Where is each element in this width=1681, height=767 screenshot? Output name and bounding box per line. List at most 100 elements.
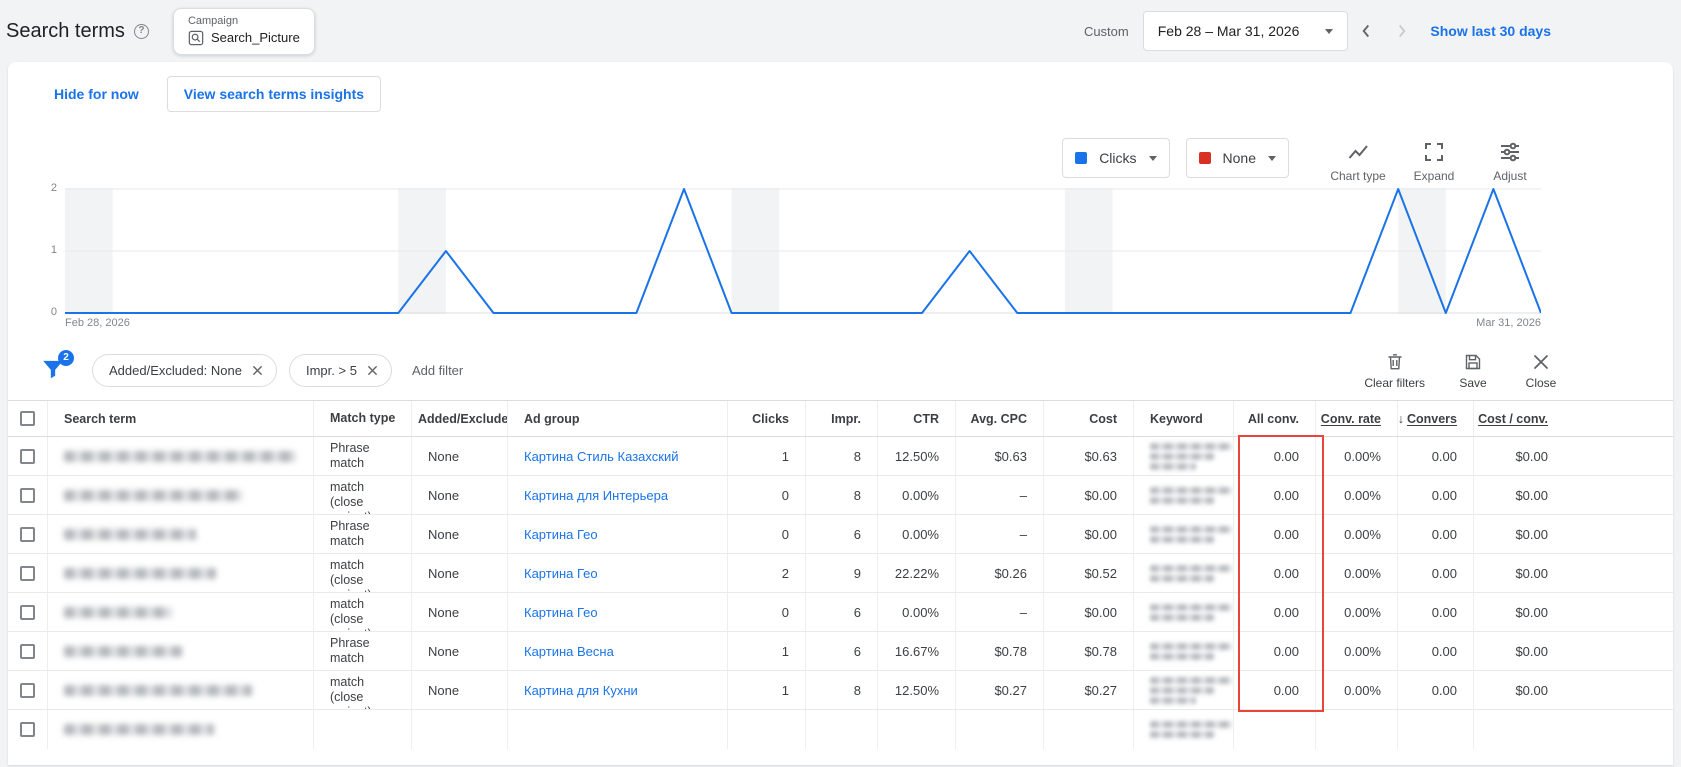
conversions-value: 0.00 bbox=[1431, 565, 1457, 581]
secondary-metric-label: None bbox=[1222, 150, 1256, 166]
keyword-redacted bbox=[1150, 603, 1232, 621]
sort-descending-icon: ↓ bbox=[1398, 411, 1404, 426]
avg-cpc-value: $0.78 bbox=[994, 643, 1027, 659]
column-header-match-type[interactable]: Match type bbox=[314, 401, 412, 436]
previous-period-button[interactable] bbox=[1348, 13, 1384, 49]
primary-metric-select[interactable]: Clicks bbox=[1062, 138, 1170, 178]
row-checkbox[interactable] bbox=[20, 487, 35, 503]
save-button[interactable]: Save bbox=[1453, 352, 1493, 390]
added-excluded-value: None bbox=[428, 526, 460, 542]
conversions-value: 0.00 bbox=[1431, 448, 1457, 464]
match-type-value: Phrase match (close variant) bbox=[330, 671, 372, 709]
match-type-value: Phrase match bbox=[330, 636, 370, 665]
secondary-metric-select[interactable]: None bbox=[1185, 138, 1289, 178]
cost-value: $0.63 bbox=[1084, 448, 1117, 464]
show-last-30-days-link[interactable]: Show last 30 days bbox=[1430, 23, 1551, 39]
ad-group-link[interactable]: Картина Весна bbox=[524, 644, 614, 659]
column-header-cost-per-conv[interactable]: Cost / conv. bbox=[1474, 401, 1564, 436]
help-icon[interactable] bbox=[133, 23, 149, 39]
view-insights-button[interactable]: View search terms insights bbox=[166, 75, 382, 112]
keyword-redacted bbox=[1150, 486, 1232, 504]
column-header-added-excluded[interactable]: Added/Excluded bbox=[412, 401, 508, 436]
table-row[interactable]: Phrase match (close variant) None Картин… bbox=[8, 671, 1673, 710]
filter-chip-label: Impr. > 5 bbox=[305, 363, 357, 378]
clear-filters-button[interactable]: Clear filters bbox=[1364, 352, 1425, 390]
column-header-conv-rate[interactable]: Conv. rate bbox=[1316, 401, 1398, 436]
next-period-button[interactable] bbox=[1384, 13, 1420, 49]
search-term-redacted bbox=[64, 724, 214, 735]
table-row[interactable] bbox=[8, 710, 1673, 749]
close-label: Close bbox=[1525, 375, 1557, 390]
remove-filter-icon[interactable] bbox=[366, 364, 379, 377]
row-checkbox[interactable] bbox=[20, 682, 35, 698]
row-checkbox[interactable] bbox=[20, 448, 35, 464]
filter-funnel-button[interactable]: 2 bbox=[40, 349, 74, 386]
ad-group-link[interactable]: Картина Гео bbox=[524, 566, 598, 581]
table-row[interactable]: Phrase match None Картина Стиль Казахски… bbox=[8, 437, 1673, 476]
column-header-ad-group[interactable]: Ad group bbox=[508, 401, 728, 436]
avg-cpc-value: – bbox=[1019, 526, 1027, 542]
column-header-cost[interactable]: Cost bbox=[1044, 401, 1134, 436]
expand-chart-button[interactable]: Expand bbox=[1401, 138, 1467, 183]
cost-per-conv-value: $0.00 bbox=[1515, 643, 1548, 659]
column-header-conversions[interactable]: ↓ Convers bbox=[1398, 401, 1474, 436]
table-row[interactable]: Phrase match (close variant) None Картин… bbox=[8, 476, 1673, 515]
search-terms-card: Hide for now View search terms insights … bbox=[8, 62, 1673, 765]
y-axis-tick: 0 bbox=[50, 306, 57, 318]
select-all-checkbox[interactable] bbox=[20, 411, 35, 426]
ad-group-link[interactable]: Картина Стиль Казахский bbox=[524, 449, 678, 464]
column-header-all-conv[interactable]: All conv. bbox=[1234, 401, 1316, 436]
added-excluded-value: None bbox=[428, 682, 460, 698]
row-checkbox[interactable] bbox=[20, 565, 35, 581]
ad-group-link[interactable]: Картина для Интерьера bbox=[524, 488, 668, 503]
y-axis-tick: 2 bbox=[50, 182, 57, 194]
column-header-clicks[interactable]: Clicks bbox=[728, 401, 806, 436]
search-term-redacted bbox=[64, 528, 196, 540]
impressions-value: 9 bbox=[853, 565, 861, 581]
filter-chip[interactable]: Added/Excluded: None bbox=[92, 354, 277, 387]
keyword-redacted bbox=[1150, 564, 1232, 582]
chevron-right-icon bbox=[1399, 24, 1406, 38]
row-checkbox[interactable] bbox=[20, 722, 35, 737]
clicks-value: 1 bbox=[781, 448, 789, 464]
expand-label: Expand bbox=[1413, 169, 1455, 183]
search-term-redacted bbox=[64, 684, 252, 696]
cost-per-conv-value: $0.00 bbox=[1515, 565, 1548, 581]
row-checkbox[interactable] bbox=[20, 643, 35, 659]
column-header-impr[interactable]: Impr. bbox=[806, 401, 878, 436]
column-header-ctr[interactable]: CTR bbox=[878, 401, 956, 436]
column-header-keyword[interactable]: Keyword bbox=[1134, 401, 1234, 436]
column-header-avg-cpc[interactable]: Avg. CPC bbox=[956, 401, 1044, 436]
close-table-button[interactable]: Close bbox=[1521, 352, 1561, 390]
added-excluded-value: None bbox=[428, 604, 460, 620]
conv-rate-value: 0.00% bbox=[1344, 604, 1381, 620]
cost-value: $0.00 bbox=[1084, 526, 1117, 542]
add-filter-button[interactable]: Add filter bbox=[412, 363, 463, 378]
filter-chip-label: Added/Excluded: None bbox=[109, 363, 242, 378]
date-range-picker[interactable]: Feb 28 – Mar 31, 2026 bbox=[1142, 11, 1349, 51]
ad-group-link[interactable]: Картина Гео bbox=[524, 605, 598, 620]
chart-type-button[interactable]: Chart type bbox=[1325, 138, 1391, 183]
impressions-value: 6 bbox=[853, 604, 861, 620]
clicks-value: 1 bbox=[781, 682, 789, 698]
chevron-down-icon bbox=[1148, 155, 1157, 161]
column-header-search-term[interactable]: Search term bbox=[48, 401, 314, 436]
row-checkbox[interactable] bbox=[20, 526, 35, 542]
campaign-scope-chip[interactable]: Campaign Search_Picture bbox=[172, 7, 315, 55]
all-conv-value: 0.00 bbox=[1273, 448, 1299, 464]
table-row[interactable]: Phrase match None Картина Весна 1 6 16.6… bbox=[8, 632, 1673, 671]
cost-per-conv-value: $0.00 bbox=[1515, 526, 1548, 542]
table-row[interactable]: Phrase match None Картина Гео 0 6 0.00% … bbox=[8, 515, 1673, 554]
hide-for-now-button[interactable]: Hide for now bbox=[54, 86, 139, 102]
all-conv-value: 0.00 bbox=[1273, 604, 1299, 620]
ad-group-link[interactable]: Картина для Кухни bbox=[524, 683, 638, 698]
table-row[interactable]: Exact match (close variant) None Картина… bbox=[8, 593, 1673, 632]
remove-filter-icon[interactable] bbox=[251, 364, 264, 377]
ad-group-link[interactable]: Картина Гео bbox=[524, 527, 598, 542]
table-row[interactable]: Phrase match (close variant) None Картин… bbox=[8, 554, 1673, 593]
filter-chip[interactable]: Impr. > 5 bbox=[288, 354, 392, 387]
row-checkbox[interactable] bbox=[20, 604, 35, 620]
adjust-chart-button[interactable]: Adjust bbox=[1477, 138, 1543, 183]
chart-type-icon bbox=[1348, 145, 1368, 159]
added-excluded-value: None bbox=[428, 487, 460, 503]
